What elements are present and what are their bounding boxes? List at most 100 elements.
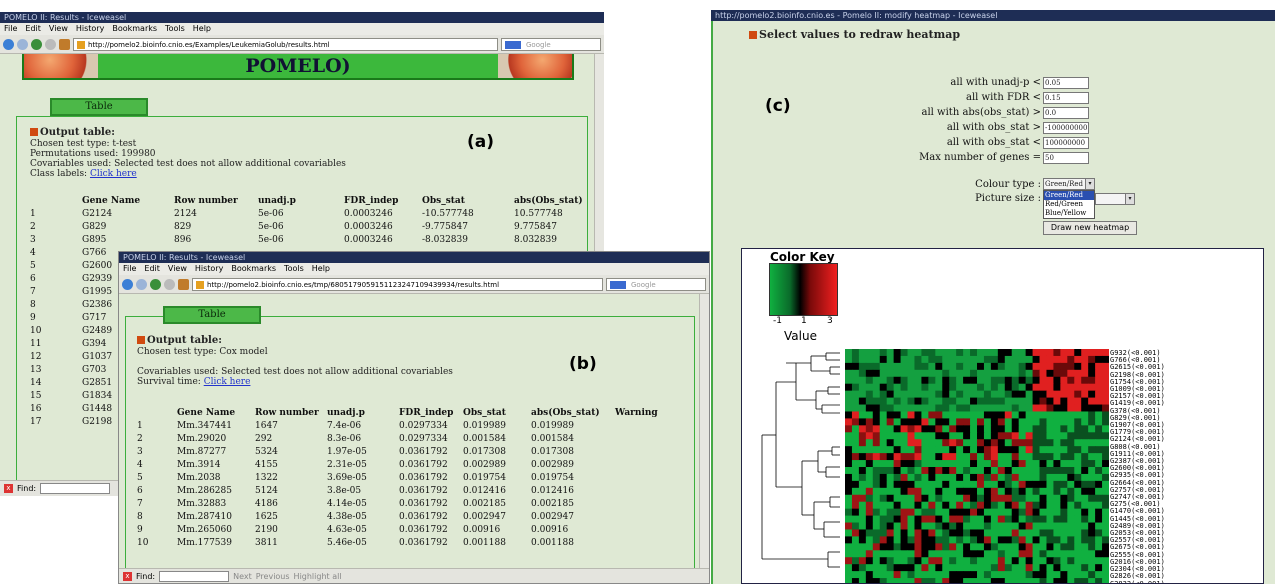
column-header[interactable]: abs(Obs_stat) <box>514 194 584 207</box>
menu-item[interactable]: History <box>195 264 223 273</box>
menu-item[interactable]: Help <box>312 264 330 273</box>
filter-input[interactable]: 100000000 <box>1043 137 1089 149</box>
menu-item[interactable]: Tools <box>284 264 304 273</box>
heatmap-cell <box>851 390 860 399</box>
filter-input[interactable]: 50 <box>1043 152 1089 164</box>
heatmap-cell <box>886 501 895 510</box>
heatmap-cell <box>872 355 881 364</box>
menu-item[interactable]: Help <box>193 24 211 33</box>
heatmap-cell <box>956 404 964 412</box>
menu-item[interactable]: History <box>76 24 104 33</box>
colour-option-blue-yellow[interactable]: Blue/Yellow <box>1044 209 1094 218</box>
heatmap-cell <box>1046 473 1054 482</box>
url-bar[interactable]: http://pomelo2.bioinfo.cnio.es/tmp/68051… <box>192 277 603 291</box>
picture-size-select[interactable]: ▾ <box>1095 193 1135 205</box>
column-header[interactable]: Gene Name <box>177 406 255 419</box>
heatmap-cell <box>1095 467 1103 475</box>
heatmap-cell <box>1088 473 1096 482</box>
menu-item[interactable]: View <box>168 264 187 273</box>
menu-item[interactable]: Tools <box>165 24 185 33</box>
menu-item[interactable]: Bookmarks <box>231 264 276 273</box>
scrollbar-b[interactable] <box>699 294 709 568</box>
menu-item[interactable]: Edit <box>25 24 41 33</box>
column-header[interactable]: Obs_stat <box>463 406 531 419</box>
reload-icon[interactable] <box>150 278 161 290</box>
column-header[interactable]: Obs_stat <box>422 194 514 207</box>
menu-item[interactable]: View <box>49 24 68 33</box>
find-input[interactable] <box>159 571 230 582</box>
column-header[interactable]: Row number <box>174 194 258 207</box>
heatmap-cell <box>914 501 922 510</box>
column-header[interactable]: Gene Name <box>82 194 174 207</box>
forward-icon[interactable] <box>136 278 147 290</box>
find-next[interactable]: Next <box>233 572 252 581</box>
menu-item[interactable]: Bookmarks <box>112 24 157 33</box>
help-icon[interactable] <box>30 128 38 136</box>
column-header[interactable]: unadj.p <box>327 406 399 419</box>
heatmap-cell <box>942 446 950 454</box>
heatmap-cell <box>949 508 957 517</box>
heatmap-cell <box>1095 446 1103 454</box>
stop-icon[interactable] <box>45 38 56 50</box>
heatmap-cell <box>1025 473 1034 482</box>
heatmap-cell <box>886 439 895 447</box>
column-header[interactable]: FDR_indep <box>344 194 422 207</box>
menu-item[interactable]: File <box>4 24 17 33</box>
close-find-icon[interactable]: x <box>4 484 13 493</box>
find-input[interactable] <box>40 483 111 494</box>
close-find-icon[interactable]: x <box>123 572 132 581</box>
reload-icon[interactable] <box>31 38 42 50</box>
class-labels-link[interactable]: Click here <box>90 169 137 179</box>
column-header[interactable]: Row number <box>255 406 327 419</box>
home-icon[interactable] <box>59 38 70 50</box>
heatmap-cell <box>1011 439 1020 447</box>
heatmap-cell <box>907 404 915 412</box>
url-bar[interactable]: http://pomelo2.bioinfo.cnio.es/Examples/… <box>73 37 498 51</box>
filter-input[interactable]: -100000000 <box>1043 122 1089 134</box>
heatmap-cell <box>1004 362 1013 371</box>
chevron-down-icon[interactable]: ▾ <box>1085 179 1094 189</box>
filter-input[interactable]: 0.0 <box>1043 107 1089 119</box>
heatmap-cell <box>970 369 978 378</box>
search-input[interactable]: Google <box>606 277 706 291</box>
column-header[interactable]: FDR_indep <box>399 406 463 419</box>
tab-table[interactable]: Table <box>163 306 261 324</box>
find-highlight[interactable]: Highlight all <box>294 572 342 581</box>
forward-icon[interactable] <box>17 38 28 50</box>
find-previous[interactable]: Previous <box>256 572 290 581</box>
tab-table[interactable]: Table <box>50 98 148 116</box>
back-icon[interactable] <box>122 278 133 290</box>
column-header[interactable] <box>137 406 177 419</box>
help-icon[interactable] <box>137 336 145 344</box>
column-header[interactable] <box>30 194 82 207</box>
table-cell: 0.0361792 <box>399 498 448 509</box>
survival-link[interactable]: Click here <box>204 377 251 387</box>
menu-item[interactable]: Edit <box>144 264 160 273</box>
help-icon[interactable] <box>749 31 757 39</box>
colour-type-select[interactable]: Green/Red ▾ <box>1043 178 1095 190</box>
heatmap-cell <box>858 383 867 392</box>
colour-option-red-green[interactable]: Red/Green <box>1044 200 1094 209</box>
heatmap-cell <box>907 501 915 510</box>
draw-heatmap-button[interactable]: Draw new heatmap <box>1043 221 1137 235</box>
search-input[interactable]: Google <box>501 37 601 51</box>
menu-item[interactable]: File <box>123 264 136 273</box>
heatmap-cell <box>1025 571 1034 579</box>
filter-input[interactable]: 0.05 <box>1043 77 1089 89</box>
heatmap-cell <box>1088 529 1096 537</box>
table-cell: G829 <box>82 221 107 232</box>
home-icon[interactable] <box>178 278 189 290</box>
table-cell: 4.63e-05 <box>327 524 367 535</box>
stop-icon[interactable] <box>164 278 175 290</box>
back-icon[interactable] <box>3 38 14 50</box>
filter-input[interactable]: 0.15 <box>1043 92 1089 104</box>
column-header[interactable]: abs(Obs_stat) <box>531 406 615 419</box>
heatmap-cell <box>845 369 853 378</box>
heatmap-cell <box>1039 564 1047 572</box>
chevron-down-icon[interactable]: ▾ <box>1125 194 1134 204</box>
heatmap-cell <box>1095 383 1103 392</box>
column-header[interactable]: unadj.p <box>258 194 344 207</box>
heatmap-cell <box>990 501 999 510</box>
colour-option-green-red[interactable]: Green/Red <box>1044 191 1094 200</box>
column-header[interactable]: Warning <box>615 406 675 419</box>
